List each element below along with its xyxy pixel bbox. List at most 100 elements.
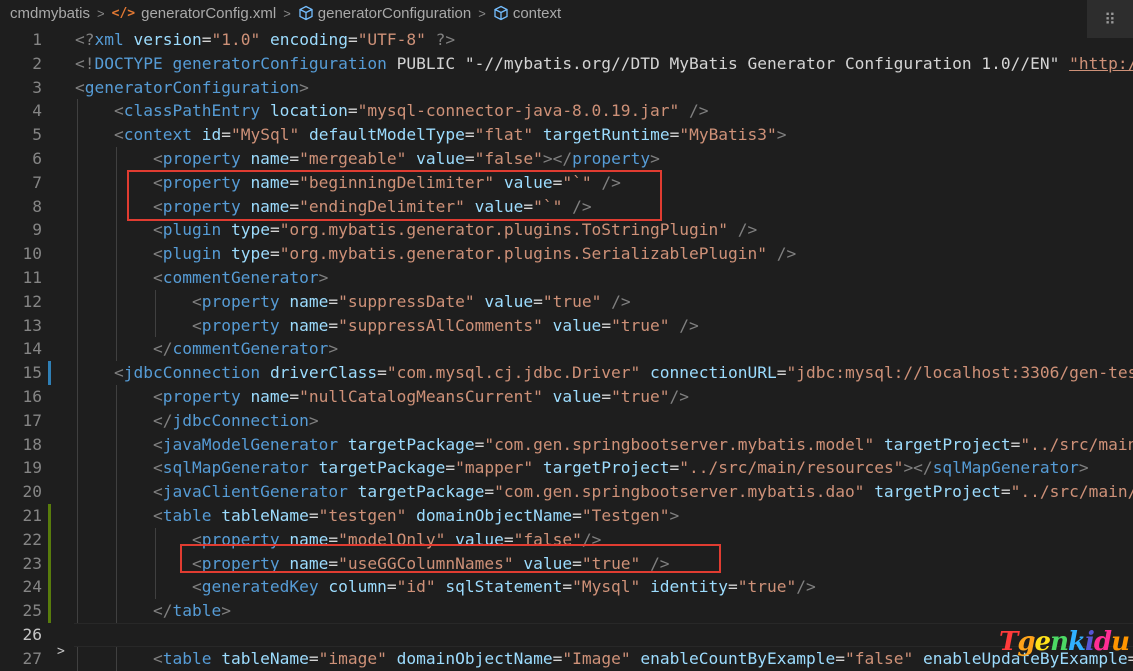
indent-guide — [77, 551, 78, 576]
token: targetRuntime — [542, 125, 670, 145]
token: name — [250, 149, 290, 168]
token: targetProject — [874, 482, 1001, 502]
git-change-marker[interactable] — [48, 361, 51, 385]
code-line[interactable]: 20 <javaClientGenerator targetPackage="c… — [0, 480, 1133, 504]
breadcrumb-file[interactable]: </> generatorConfig.xml — [110, 5, 279, 22]
code-line[interactable]: 5 <context id="MySql" defaultModelType="… — [0, 123, 1133, 147]
line-number: 22 — [22, 529, 43, 549]
token: = — [464, 149, 475, 168]
code-text: <property name="suppressAllComments" val… — [75, 314, 699, 338]
code-line[interactable]: 14 </commentGenerator> — [0, 337, 1133, 361]
code-editor[interactable]: 1 <?xml version="1.0" encoding="UTF-8" ?>… — [0, 26, 1133, 671]
token: jdbcConnection — [123, 363, 261, 383]
token: property — [201, 315, 280, 335]
token: <! — [75, 53, 95, 73]
token: < — [152, 244, 163, 264]
token: "flat" — [474, 125, 534, 145]
token: /> — [669, 387, 690, 406]
token: < — [152, 434, 163, 454]
code-line[interactable]: 4 <classPathEntry location="mysql-connec… — [0, 99, 1133, 123]
indent-guide — [77, 385, 78, 409]
line-number: 11 — [22, 268, 43, 287]
token: plugin — [162, 220, 222, 240]
code-line[interactable]: 25 </table> — [0, 599, 1133, 623]
code-line[interactable]: 19 <sqlMapGenerator targetPackage="mappe… — [0, 456, 1133, 480]
indent-guide — [115, 266, 117, 290]
code-line[interactable]: 21 <table tableName="testgen" domainObje… — [0, 504, 1133, 528]
code-line[interactable]: 1 <?xml version="1.0" encoding="UTF-8" ?> — [0, 28, 1133, 52]
token: = — [552, 648, 563, 668]
token: < — [152, 387, 163, 406]
token: = — [445, 458, 456, 478]
symbol-cube-icon — [494, 5, 508, 21]
code-line[interactable]: 2 <!DOCTYPE generatorConfiguration PUBLIC… — [0, 52, 1133, 76]
breadcrumb-node-generatorConfiguration[interactable]: generatorConfiguration — [296, 5, 473, 22]
token: value — [552, 315, 602, 335]
token: context — [123, 125, 192, 145]
indent-guide — [115, 551, 117, 576]
token: = — [386, 577, 397, 597]
token: "../src/main/ — [1020, 434, 1133, 454]
token: plugin — [162, 244, 222, 264]
indent-guide — [77, 361, 78, 385]
indent-guide — [77, 313, 78, 338]
token: "suppressDate" — [338, 291, 475, 311]
code-line[interactable]: 18 <javaModelGenerator targetPackage="co… — [0, 433, 1133, 457]
token: table — [162, 506, 212, 525]
code-line[interactable]: 10 <plugin type="org.mybatis.generator.p… — [0, 242, 1133, 266]
chevron-right-icon: > — [97, 5, 105, 21]
code-line[interactable]: 15 <jdbcConnection driverClass="com.mysq… — [0, 361, 1133, 385]
breadcrumb-folder[interactable]: cmdmybatis — [0, 5, 92, 22]
code-line[interactable]: 6 <property name="mergeable" value="fals… — [0, 147, 1133, 171]
code-line[interactable]: 24 <generatedKey column="id" sqlStatemen… — [0, 575, 1133, 599]
token: /> — [737, 220, 758, 240]
token: javaModelGenerator — [162, 434, 339, 454]
token: commentGenerator — [172, 339, 329, 359]
code-line[interactable]: 3 <generatorConfiguration> — [0, 76, 1133, 100]
token: < — [191, 577, 202, 597]
code-text: <jdbcConnection driverClass="com.mysql.c… — [75, 361, 1133, 385]
token: domainObjectName — [416, 506, 573, 525]
code-line[interactable]: 11 <commentGenerator> — [0, 266, 1133, 290]
line-number: 4 — [32, 101, 42, 121]
indent-guide — [115, 646, 117, 671]
code-text: <classPathEntry location="mysql-connecto… — [75, 99, 709, 123]
indent-guide — [77, 123, 78, 147]
code-line[interactable]: 27 <table tableName="image" domainObject… — [0, 647, 1133, 671]
code-line[interactable]: 13 <property name="suppressAllComments" … — [0, 314, 1133, 338]
token: < — [152, 149, 163, 168]
code-line[interactable]: 9 <plugin type="org.mybatis.generator.pl… — [0, 218, 1133, 242]
token: name — [250, 387, 290, 406]
indent-guide — [115, 504, 117, 528]
token: "false" — [474, 149, 543, 168]
indent-guide — [115, 313, 117, 338]
line-number: 2 — [32, 53, 42, 73]
token: < — [191, 291, 202, 311]
token: column — [328, 577, 387, 597]
code-line[interactable]: 17 </jdbcConnection> — [0, 409, 1133, 433]
breadcrumb-node-context[interactable]: context — [491, 5, 563, 22]
code-line[interactable]: 16 <property name="nullCatalogMeansCurre… — [0, 385, 1133, 409]
token: "Testgen" — [581, 506, 670, 525]
code-line[interactable]: 12 <property name="suppressDate" value="… — [0, 290, 1133, 314]
git-change-marker[interactable] — [48, 504, 51, 623]
token: classPathEntry — [123, 101, 261, 121]
line-number: 15 — [22, 363, 43, 383]
code-text: <javaClientGenerator targetPackage="com.… — [75, 480, 1133, 504]
token: enableCountByExample — [640, 648, 836, 668]
